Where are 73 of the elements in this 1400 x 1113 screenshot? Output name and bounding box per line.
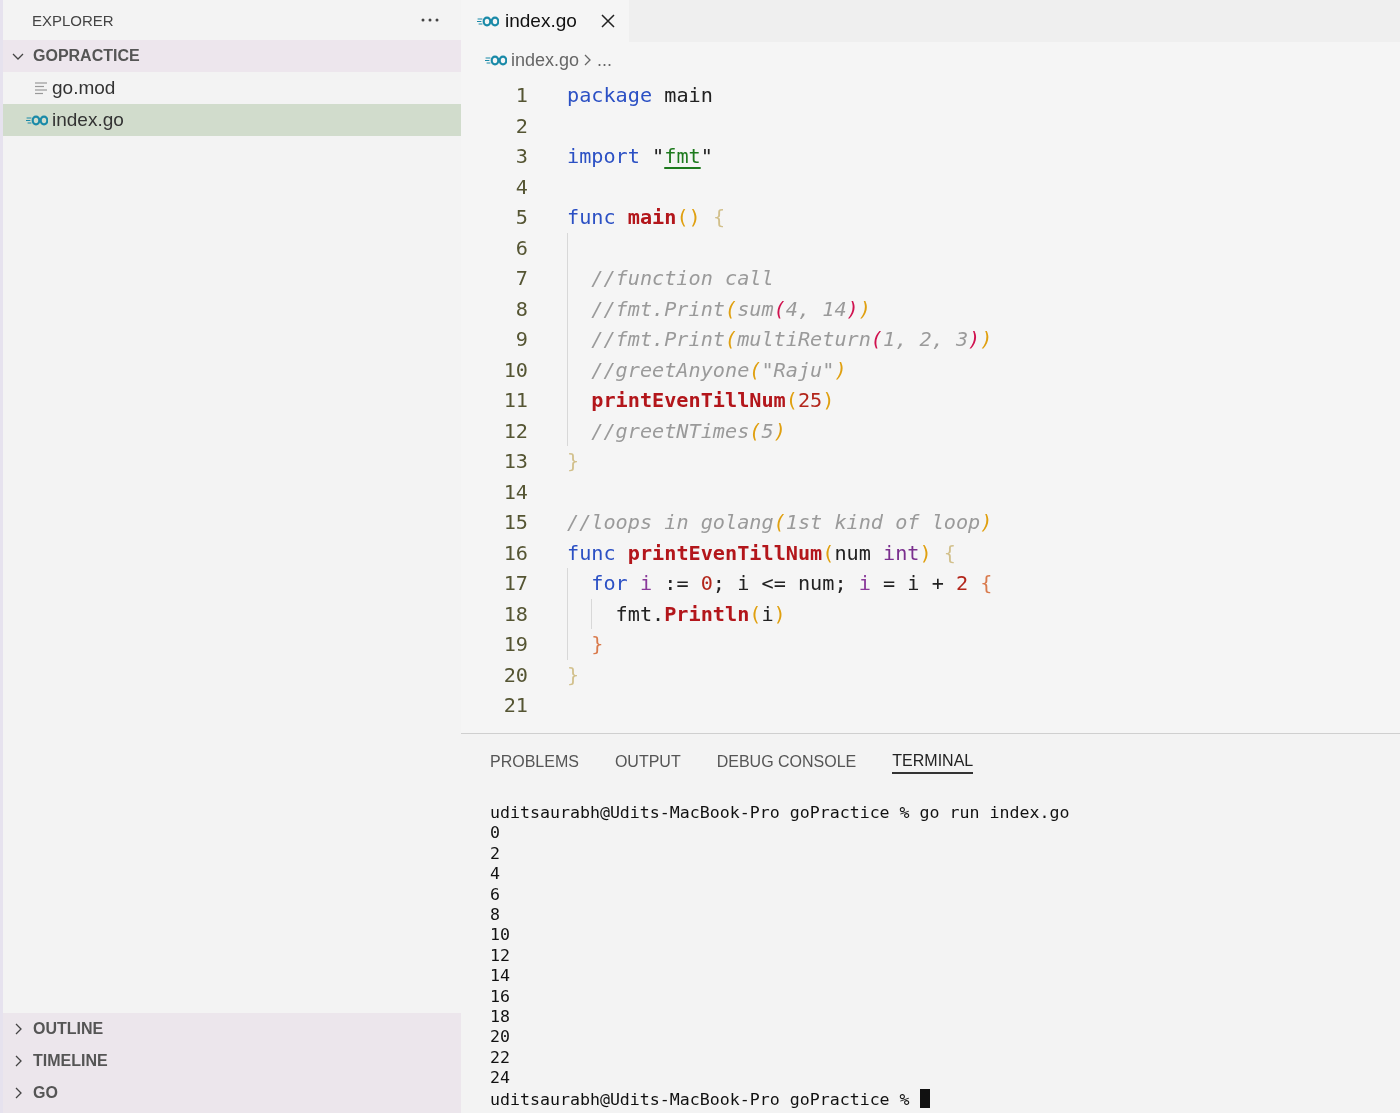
code-line: } — [567, 449, 580, 474]
line-number: 16 — [502, 540, 528, 565]
code-line: package main — [567, 83, 713, 108]
file-item[interactable]: index.go — [3, 104, 461, 136]
code-line: import "fmt" — [567, 144, 713, 169]
line-number: 10 — [502, 357, 528, 382]
terminal-line: 10 — [490, 925, 510, 945]
line-number: 15 — [502, 510, 528, 535]
line-number: 19 — [502, 632, 528, 657]
code-line: func printEvenTillNum(num int) { — [567, 540, 956, 565]
lines-file-icon — [34, 81, 48, 95]
code-comment: //fmt.Print(sum(4, 14)) — [591, 296, 871, 321]
code-comment: //fmt.Print(multiReturn(1, 2, 3)) — [591, 327, 993, 352]
section-header[interactable]: TIMELINE — [33, 1052, 108, 1070]
code-comment: //function call — [591, 266, 774, 291]
line-number: 8 — [514, 296, 528, 321]
file-type-icon — [485, 54, 507, 66]
line-number: 12 — [502, 418, 528, 443]
file-item[interactable]: go.mod — [3, 72, 461, 104]
line-number: 20 — [502, 662, 528, 687]
code-line: } — [567, 662, 580, 687]
code-line: for i := 0; i <= num; i = i + 2 { — [591, 571, 993, 596]
panel-tab[interactable]: OUTPUT — [614, 750, 681, 774]
file-type-icon — [477, 15, 499, 27]
editor-tab[interactable]: index.go — [461, 0, 629, 42]
sidebar-title: EXPLORER — [32, 11, 114, 29]
line-number: 13 — [502, 449, 528, 474]
breadcrumb-item[interactable]: ... — [597, 49, 613, 71]
panel-tab[interactable]: PROBLEMS — [490, 750, 579, 774]
code-line: } — [591, 632, 604, 657]
more-icon[interactable] — [421, 18, 439, 22]
code-line: func main() { — [567, 205, 726, 230]
terminal-line: 2 — [490, 843, 500, 863]
terminal-line: 22 — [490, 1047, 510, 1067]
terminal-line: 16 — [490, 986, 510, 1006]
terminal-line: 20 — [490, 1027, 510, 1047]
terminal-line: 6 — [490, 884, 500, 904]
code-comment: //greetAnyone("Raju") — [591, 357, 847, 382]
terminal-line: 24 — [490, 1068, 510, 1088]
line-number: 9 — [514, 327, 528, 352]
line-number: 1 — [514, 83, 528, 108]
terminal-line: 12 — [490, 945, 510, 965]
line-number: 18 — [502, 601, 528, 626]
folder-header[interactable]: GOPRACTICE — [3, 40, 461, 72]
code-line: printEvenTillNum(25) — [591, 388, 835, 413]
line-number: 5 — [514, 205, 528, 230]
terminal-line: 8 — [490, 905, 500, 925]
section-header[interactable]: OUTLINE — [33, 1020, 104, 1038]
terminal-line: 0 — [490, 823, 500, 843]
terminal-line: 18 — [490, 1007, 510, 1027]
close-icon[interactable] — [600, 14, 615, 28]
line-number: 3 — [514, 144, 528, 169]
terminal-line: 4 — [490, 864, 500, 884]
folder-name: GOPRACTICE — [33, 47, 140, 65]
panel-tab[interactable]: TERMINAL — [892, 750, 974, 774]
code-comment: //greetNTimes(5) — [591, 418, 786, 443]
line-number: 7 — [514, 266, 528, 291]
line-number: 14 — [502, 479, 528, 504]
code-line: fmt.Println(i) — [615, 601, 786, 626]
section-header[interactable]: GO — [33, 1084, 58, 1102]
line-number: 17 — [502, 571, 528, 596]
terminal-line: 14 — [490, 966, 510, 986]
terminal-line: uditsaurabh@Udits-MacBook-Pro goPractice % — [490, 1089, 910, 1109]
line-number: 2 — [514, 113, 528, 138]
code-comment: //loops in golang(1st kind of loop) — [567, 510, 993, 535]
terminal-line: uditsaurabh@Udits-MacBook-Pro goPractice % go run index.go — [490, 803, 1070, 822]
line-number: 4 — [514, 174, 528, 199]
line-number: 21 — [502, 693, 528, 718]
panel-tab[interactable]: DEBUG CONSOLE — [716, 750, 857, 774]
line-number: 11 — [502, 388, 528, 413]
file-type-icon — [26, 114, 48, 126]
line-number: 6 — [514, 235, 528, 260]
breadcrumb-item[interactable]: index.go — [511, 49, 580, 71]
